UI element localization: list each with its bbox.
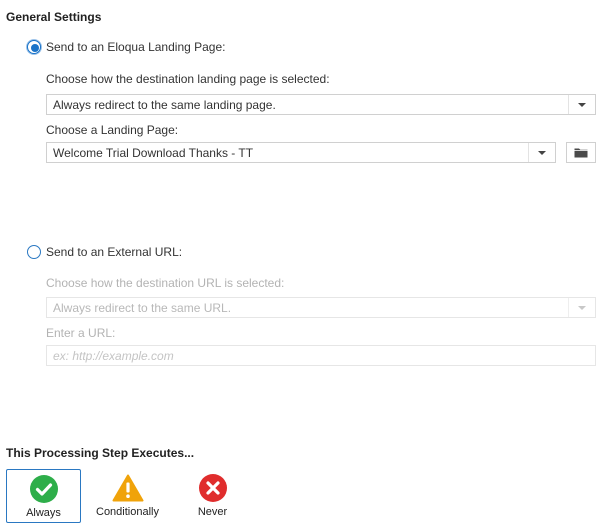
chevron-down-icon <box>538 151 546 155</box>
url-label: Enter a URL: <box>46 326 116 340</box>
external-method-dropdown-button[interactable] <box>568 298 595 317</box>
warning-triangle-icon <box>112 474 143 502</box>
execute-always-label: Always <box>26 507 61 519</box>
general-settings-title: General Settings <box>6 10 102 24</box>
landing-page-radio-label[interactable]: Send to an Eloqua Landing Page: <box>46 40 225 54</box>
execute-never-label: Never <box>197 506 228 518</box>
chevron-down-icon <box>578 103 586 107</box>
execution-title: This Processing Step Executes... <box>6 446 195 460</box>
landing-method-dropdown-button[interactable] <box>568 95 595 114</box>
x-circle-icon <box>198 474 227 502</box>
landing-method-label: Choose how the destination landing page … <box>46 72 330 86</box>
external-url-radio-label[interactable]: Send to an External URL: <box>46 245 182 259</box>
external-method-value: Always redirect to the same URL. <box>53 301 232 315</box>
execute-conditionally-label: Conditionally <box>96 506 159 518</box>
url-input[interactable]: ex: http://example.com <box>46 345 596 366</box>
execute-never-button[interactable]: Never <box>175 469 250 523</box>
external-method-select[interactable]: Always redirect to the same URL. <box>46 297 596 318</box>
landing-method-value: Always redirect to the same landing page… <box>53 98 276 112</box>
external-url-radio[interactable] <box>27 245 41 259</box>
landing-page-value: Welcome Trial Download Thanks - TT <box>53 146 254 160</box>
chevron-down-icon <box>578 306 586 310</box>
execute-conditionally-button[interactable]: Conditionally <box>90 469 165 523</box>
landing-method-select[interactable]: Always redirect to the same landing page… <box>46 94 596 115</box>
check-circle-icon <box>29 475 58 503</box>
browse-landing-pages-button[interactable] <box>566 142 596 163</box>
folder-icon <box>574 148 588 158</box>
landing-page-radio[interactable] <box>27 40 41 54</box>
landing-page-label: Choose a Landing Page: <box>46 123 179 137</box>
execute-always-button[interactable]: Always <box>6 469 81 523</box>
landing-page-select[interactable]: Welcome Trial Download Thanks - TT <box>46 142 556 163</box>
external-method-label: Choose how the destination URL is select… <box>46 276 285 290</box>
landing-page-dropdown-button[interactable] <box>528 143 555 162</box>
url-input-placeholder: ex: http://example.com <box>53 349 174 363</box>
